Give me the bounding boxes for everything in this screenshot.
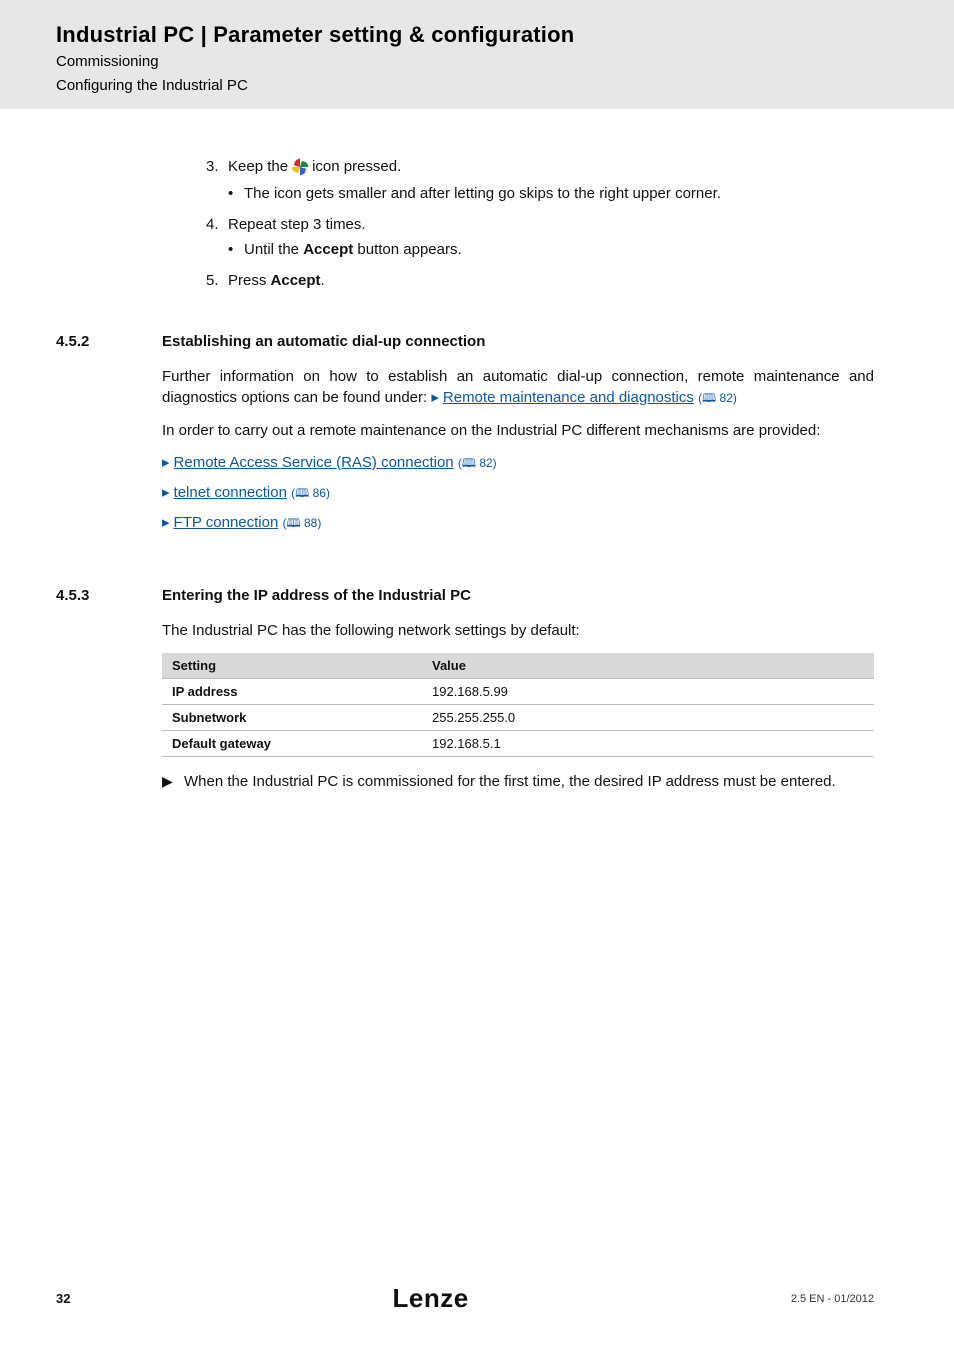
step-number: 3. xyxy=(206,158,228,175)
step-4-text: Repeat step 3 times. xyxy=(228,216,366,233)
section-heading: Entering the IP address of the Industria… xyxy=(162,587,874,604)
table-header: Setting xyxy=(162,653,422,679)
step-3-text-a: Keep the xyxy=(228,158,288,175)
brand-logo: Lenze xyxy=(393,1283,469,1314)
pinwheel-icon xyxy=(290,157,310,177)
section-4-5-3: 4.5.3 Entering the IP address of the Ind… xyxy=(56,587,874,790)
table-cell-value: 192.168.5.99 xyxy=(422,678,874,704)
ras-connection-link[interactable]: Remote Access Service (RAS) connection xyxy=(174,454,454,471)
step-4-bullet: Until the Accept button appears. xyxy=(244,241,462,258)
step-number: 5. xyxy=(206,272,228,289)
note-block: ▶ When the Industrial PC is commissioned… xyxy=(162,773,874,790)
table-row: Subnetwork 255.255.255.0 xyxy=(162,704,874,730)
ftp-connection-link[interactable]: FTP connection xyxy=(174,514,279,531)
table-cell-value: 192.168.5.1 xyxy=(422,730,874,756)
doc-version: 2.5 EN - 01/2012 xyxy=(791,1293,874,1305)
section-4-5-2: 4.5.2 Establishing an automatic dial-up … xyxy=(56,333,874,543)
table-cell-value: 255.255.255.0 xyxy=(422,704,874,730)
link-arrow-icon: ▸ xyxy=(162,514,170,531)
table-cell-key: Default gateway xyxy=(162,730,422,756)
page-number: 32 xyxy=(56,1291,70,1306)
section-number: 4.5.3 xyxy=(56,587,162,790)
bullet-icon: • xyxy=(228,185,244,202)
table-header: Value xyxy=(422,653,874,679)
step-3-bullet: The icon gets smaller and after letting … xyxy=(244,185,721,202)
doc-subtitle-1: Commissioning xyxy=(56,52,954,72)
section-number: 4.5.2 xyxy=(56,333,162,543)
doc-title: Industrial PC | Parameter setting & conf… xyxy=(56,22,954,48)
step-number: 4. xyxy=(206,216,228,233)
page-ref: (🕮 82) xyxy=(698,391,737,405)
bullet-icon: • xyxy=(228,241,244,258)
table-cell-key: Subnetwork xyxy=(162,704,422,730)
note-arrow-icon: ▶ xyxy=(162,773,184,790)
section-heading: Establishing an automatic dial-up connec… xyxy=(162,333,874,350)
link-arrow-icon: ▸ xyxy=(431,389,439,406)
section-paragraph: Further information on how to establish … xyxy=(162,366,874,408)
table-row: Default gateway 192.168.5.1 xyxy=(162,730,874,756)
network-settings-table: Setting Value IP address 192.168.5.99 Su… xyxy=(162,653,874,757)
link-arrow-icon: ▸ xyxy=(162,484,170,501)
doc-subtitle-2: Configuring the Industrial PC xyxy=(56,76,954,96)
page-ref: (🕮 88) xyxy=(282,516,321,530)
steps-list: 3. Keep the icon pressed. • The xyxy=(56,157,874,289)
header-banner: Industrial PC | Parameter setting & conf… xyxy=(0,0,954,109)
page-ref: (🕮 82) xyxy=(458,456,497,470)
step-3-text-b: icon pressed. xyxy=(312,158,401,175)
section-paragraph: In order to carry out a remote maintenan… xyxy=(162,420,874,441)
table-cell-key: IP address xyxy=(162,678,422,704)
section-paragraph: The Industrial PC has the following netw… xyxy=(162,620,874,641)
link-arrow-icon: ▸ xyxy=(162,454,170,471)
table-row: IP address 192.168.5.99 xyxy=(162,678,874,704)
page-ref: (🕮 86) xyxy=(291,486,330,500)
step-5-text: Press Accept. xyxy=(228,272,325,289)
page-footer: 32 Lenze 2.5 EN - 01/2012 xyxy=(0,1283,954,1314)
note-text: When the Industrial PC is commissioned f… xyxy=(184,773,836,790)
remote-maintenance-link[interactable]: Remote maintenance and diagnostics xyxy=(443,389,694,406)
telnet-connection-link[interactable]: telnet connection xyxy=(174,484,287,501)
